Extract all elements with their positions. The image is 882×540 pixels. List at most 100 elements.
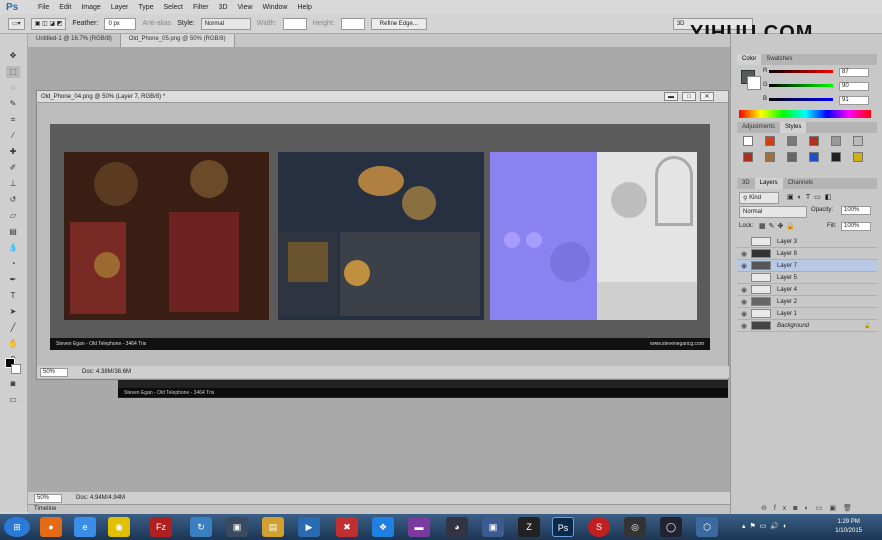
blur-tool-icon[interactable]: 💧 bbox=[6, 242, 20, 254]
timeline-tab[interactable]: Timeline bbox=[28, 504, 730, 514]
marquee-tool-icon[interactable]: ⬚ bbox=[6, 66, 20, 78]
quick-mask-icon[interactable]: ◙ bbox=[6, 378, 20, 390]
dropbox-icon[interactable]: ❖ bbox=[372, 517, 394, 537]
tab-3d[interactable]: 3D bbox=[737, 178, 755, 189]
quick-select-icon[interactable]: ✎ bbox=[6, 98, 20, 110]
layer-row[interactable]: ◉ Layer 1 bbox=[737, 308, 877, 320]
style-swatch[interactable] bbox=[831, 152, 841, 162]
eraser-tool-icon[interactable]: ▱ bbox=[6, 210, 20, 222]
app-icon[interactable]: ✖ bbox=[336, 517, 358, 537]
pen-tool-icon[interactable]: ✒ bbox=[6, 274, 20, 286]
lock-icons[interactable]: ▦✎✥🔒 bbox=[759, 222, 798, 230]
crop-tool-icon[interactable]: ⌗ bbox=[6, 114, 20, 126]
g-slider[interactable] bbox=[769, 84, 833, 87]
minimize-icon[interactable]: ▬ bbox=[664, 92, 678, 101]
system-tray-icons[interactable]: ▴⚑▭🔊◐ bbox=[742, 522, 791, 530]
eyedropper-icon[interactable]: ⁄ bbox=[6, 130, 20, 142]
menu-layer[interactable]: Layer bbox=[111, 4, 129, 11]
eye-icon[interactable]: ◉ bbox=[737, 310, 751, 318]
layer-footer-icons[interactable]: ⊖fx◙◐▭▣🗑 bbox=[761, 504, 859, 512]
r-value[interactable]: 87 bbox=[839, 68, 869, 77]
layer-filter-icons[interactable]: ▣◐T▭◧ bbox=[787, 193, 835, 201]
b-slider[interactable] bbox=[769, 98, 833, 101]
close-icon[interactable]: ✕ bbox=[700, 92, 714, 101]
app-icon[interactable]: S bbox=[588, 517, 610, 537]
layer-row[interactable]: ◉ Layer 8 bbox=[737, 248, 877, 260]
menu-edit[interactable]: Edit bbox=[59, 4, 71, 11]
layer-row[interactable]: Layer 5 bbox=[737, 272, 877, 284]
firefox-icon[interactable]: ● bbox=[40, 517, 62, 537]
height-input[interactable] bbox=[340, 17, 365, 30]
style-swatch[interactable] bbox=[853, 136, 863, 146]
tab-styles[interactable]: Styles bbox=[780, 122, 807, 133]
style-swatch[interactable] bbox=[787, 152, 797, 162]
healing-brush-icon[interactable]: ✚ bbox=[6, 146, 20, 158]
system-clock[interactable]: 1:29 PM 1/10/2015 bbox=[835, 518, 862, 536]
eye-icon[interactable]: ◉ bbox=[737, 298, 751, 306]
chrome-icon[interactable]: ◉ bbox=[108, 517, 130, 537]
selection-mode-buttons[interactable]: ▣ ◫ ◪ ◩ bbox=[30, 17, 67, 30]
history-brush-icon[interactable]: ↺ bbox=[6, 194, 20, 206]
marquee-tool-preset[interactable]: ▭▾ bbox=[8, 17, 25, 30]
lasso-tool-icon[interactable]: ◌ bbox=[6, 82, 20, 94]
g-value[interactable]: 90 bbox=[839, 82, 869, 91]
refine-edge-button[interactable]: Refine Edge... bbox=[370, 17, 427, 30]
gradient-tool-icon[interactable]: ▤ bbox=[6, 226, 20, 238]
eye-icon[interactable]: ◉ bbox=[737, 322, 751, 330]
app-icon[interactable]: ▣ bbox=[226, 517, 248, 537]
app-icon[interactable]: ◕ bbox=[446, 517, 468, 537]
fill-value[interactable]: 100% bbox=[841, 222, 871, 231]
tab-old-phone-05[interactable]: Old_Phone_05.png @ 50% (RGB/8) bbox=[120, 34, 235, 47]
brush-tool-icon[interactable]: ✐ bbox=[6, 162, 20, 174]
layer-row[interactable]: Layer 3 bbox=[737, 236, 877, 248]
style-select[interactable]: Normal bbox=[200, 17, 251, 30]
main-zoom-field[interactable]: 50% bbox=[34, 493, 62, 503]
shape-tool-icon[interactable]: ╱ bbox=[6, 322, 20, 334]
app-icon[interactable]: ⬡ bbox=[696, 517, 718, 537]
start-button-icon[interactable]: ⊞ bbox=[4, 517, 30, 537]
menu-file[interactable]: File bbox=[38, 4, 49, 11]
feather-input[interactable]: 0 px bbox=[104, 17, 137, 30]
clone-stamp-icon[interactable]: ⊥ bbox=[6, 178, 20, 190]
screen-mode-icon[interactable]: ▭ bbox=[6, 394, 20, 406]
b-value[interactable]: 91 bbox=[839, 96, 869, 105]
tab-adjustments[interactable]: Adjustments bbox=[737, 122, 780, 133]
blend-mode-select[interactable]: Normal bbox=[739, 206, 807, 218]
tab-channels[interactable]: Channels bbox=[783, 178, 818, 189]
filezilla-icon[interactable]: Fz bbox=[150, 517, 172, 537]
style-swatch[interactable] bbox=[809, 152, 819, 162]
menu-filter[interactable]: Filter bbox=[193, 4, 209, 11]
hand-tool-icon[interactable]: ✋ bbox=[6, 338, 20, 350]
tab-layers[interactable]: Layers bbox=[754, 178, 783, 189]
menu-3d[interactable]: 3D bbox=[219, 4, 228, 11]
eye-icon[interactable]: ◉ bbox=[737, 262, 751, 270]
eye-icon[interactable]: ◉ bbox=[737, 286, 751, 294]
app-icon[interactable]: ↻ bbox=[190, 517, 212, 537]
photoshop-taskbar-icon[interactable]: Ps bbox=[552, 517, 574, 537]
zbrush-icon[interactable]: Z bbox=[518, 517, 540, 537]
app-icon[interactable]: ◯ bbox=[660, 517, 682, 537]
tab-untitled-1[interactable]: Untitled-1 @ 16.7% (RGB/8) bbox=[28, 34, 121, 47]
style-swatch[interactable] bbox=[831, 136, 841, 146]
internet-explorer-icon[interactable]: e bbox=[74, 517, 96, 537]
style-swatch[interactable] bbox=[787, 136, 797, 146]
style-swatch[interactable] bbox=[809, 136, 819, 146]
dodge-tool-icon[interactable]: ◔ bbox=[6, 258, 20, 270]
style-none-swatch[interactable] bbox=[743, 136, 753, 146]
menu-view[interactable]: View bbox=[238, 4, 253, 11]
layer-row-background[interactable]: ◉ Background 🔒 bbox=[737, 320, 877, 332]
style-swatch[interactable] bbox=[743, 152, 753, 162]
layer-row[interactable]: ◉ Layer 2 bbox=[737, 296, 877, 308]
app-icon[interactable]: ▣ bbox=[482, 517, 504, 537]
app-icon[interactable]: ▬ bbox=[408, 517, 430, 537]
antialias-checkbox[interactable]: Anti-alias bbox=[142, 20, 171, 27]
menu-image[interactable]: Image bbox=[81, 4, 100, 11]
move-tool-icon[interactable]: ✥ bbox=[6, 50, 20, 62]
layer-row[interactable]: ◉ Layer 4 bbox=[737, 284, 877, 296]
tab-swatches[interactable]: Swatches bbox=[761, 54, 797, 65]
style-swatch[interactable] bbox=[765, 136, 775, 146]
type-tool-icon[interactable]: T bbox=[6, 290, 20, 302]
tab-color[interactable]: Color bbox=[737, 54, 762, 65]
background-color-chip[interactable] bbox=[747, 76, 761, 90]
layer-row-selected[interactable]: ◉ Layer 7 bbox=[737, 260, 877, 272]
